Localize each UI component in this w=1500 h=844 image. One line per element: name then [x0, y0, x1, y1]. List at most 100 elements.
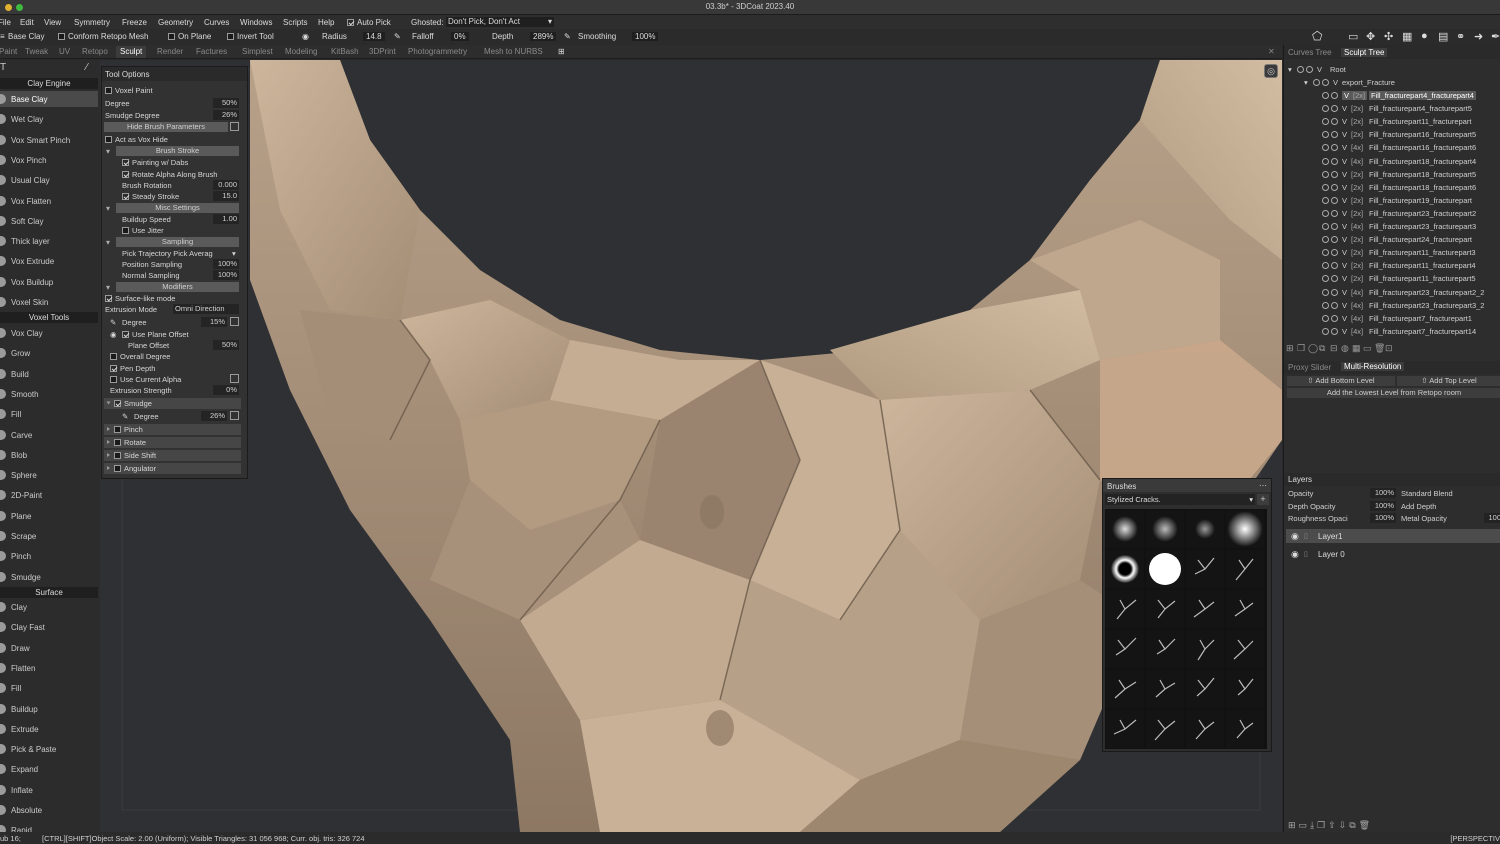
brush-alpha-thumbnail[interactable] [1186, 670, 1224, 708]
conform-retopo-checkbox[interactable]: Conform Retopo Mesh [58, 32, 148, 41]
angulator-group[interactable]: Angulator [104, 463, 241, 474]
folder-icon[interactable]: ▭ [1299, 820, 1311, 830]
eye-icon[interactable] [1322, 327, 1329, 335]
collapse-icon[interactable]: ▾ [106, 204, 110, 213]
ghost-icon[interactable] [1331, 327, 1338, 335]
ghosted-dropdown[interactable]: Don't Pick, Don't Act ▾ [446, 17, 554, 27]
normal-sampling-label[interactable]: Normal Sampling [122, 271, 180, 280]
eye-icon[interactable] [1322, 131, 1329, 139]
eye-icon[interactable] [1322, 157, 1329, 165]
collapse-icon[interactable]: ▾ [106, 283, 110, 292]
brush-alpha-thumbnail[interactable] [1226, 510, 1264, 548]
pinch-group[interactable]: Pinch [104, 424, 241, 435]
on-plane-checkbox[interactable]: On Plane [168, 32, 211, 41]
smudge-degree2-label[interactable]: Degree [134, 412, 159, 421]
copy-icon[interactable]: ⧉ [1349, 820, 1358, 830]
tool-item[interactable]: Smudge [0, 569, 98, 585]
depth-opacity-label[interactable]: Depth Opacity [1288, 502, 1336, 511]
sphere-icon[interactable]: ◯ [1308, 343, 1318, 354]
add-lowest-level-button[interactable]: Add the Lowest Level from Retopo room [1287, 388, 1500, 398]
eye-icon[interactable]: ◉ [1291, 531, 1299, 542]
ghost-icon[interactable] [1331, 301, 1338, 309]
tree-item[interactable]: V [2x] Fill_fracturepart24_fracturepart [1284, 233, 1500, 246]
extrusion-strength-value[interactable]: 0% [213, 385, 239, 395]
ghost-icon[interactable] [1331, 262, 1338, 270]
use-current-alpha-checkbox[interactable]: Use Current Alpha [110, 375, 181, 384]
use-jitter-checkbox[interactable]: Use Jitter [122, 226, 164, 235]
tool-item[interactable]: Vox Clay [0, 325, 98, 341]
tree-item[interactable]: V [4x] Fill_fracturepart23_fracturepart3_2 [1284, 299, 1500, 312]
tree-item[interactable]: V [4x] Fill_fracturepart7_fracturepart1 [1284, 312, 1500, 325]
blend-mode-dropdown[interactable]: Standard Blend [1401, 489, 1453, 498]
link-icon[interactable]: ⚭ [1456, 30, 1465, 43]
brush-stroke-icon[interactable]: ⁄ [86, 62, 88, 73]
tool-item[interactable]: Buildup [0, 701, 98, 717]
eye-icon[interactable] [1322, 92, 1329, 99]
tree-item[interactable]: V [2x] Fill_fracturepart11_fracturepart [1284, 115, 1500, 128]
smoothing-icon[interactable]: ✎ [564, 32, 571, 41]
eye-icon[interactable] [1322, 249, 1329, 257]
tool-item[interactable]: Clay Fast [0, 619, 98, 635]
lock-icon[interactable]: ▯ [1304, 532, 1308, 540]
ghost-icon[interactable] [1331, 209, 1338, 217]
tree-item[interactable]: V [4x] Fill_fracturepart7_fracturepart14 [1284, 325, 1500, 338]
roughness-opacity-label[interactable]: Roughness Opaci [1288, 514, 1348, 523]
eye-icon[interactable] [1322, 223, 1329, 230]
modifiers-section[interactable]: Modifiers [116, 282, 239, 292]
roughness-opacity-value[interactable]: 100% [1370, 513, 1396, 523]
brush-alpha-thumbnail[interactable] [1106, 630, 1144, 668]
tool-item[interactable]: Draw [0, 640, 98, 656]
tree-item[interactable]: V [2x] Fill_fracturepart4_fracturepart4 [1284, 89, 1500, 102]
alpha-picker-icon[interactable] [230, 374, 239, 383]
tool-item[interactable]: Flatten [0, 660, 98, 676]
radius-label[interactable]: Radius [322, 32, 347, 41]
smoothing-value[interactable]: 100% [632, 32, 659, 41]
menu-windows[interactable]: Windows [240, 18, 272, 27]
tool-item[interactable]: Fill [0, 680, 98, 696]
brush-alpha-thumbnail[interactable] [1146, 710, 1184, 748]
act-as-vox-hide-checkbox[interactable]: Act as Vox Hide [105, 135, 168, 144]
menu-file[interactable]: File [0, 18, 11, 27]
add-layer-icon[interactable]: ⊞ [1288, 820, 1299, 830]
extrusion-strength-label[interactable]: Extrusion Strength [110, 386, 172, 395]
tree-item[interactable]: V [2x] Fill_fracturepart16_fracturepart5 [1284, 128, 1500, 141]
eye-icon[interactable] [1313, 79, 1320, 86]
tool-item[interactable]: Inflate [0, 782, 98, 798]
eye-icon[interactable] [1322, 301, 1329, 309]
brush-alpha-thumbnail[interactable] [1226, 550, 1264, 588]
tool-item[interactable]: Carve [0, 427, 98, 443]
add-depth-button[interactable]: Add Depth [1401, 502, 1436, 511]
tree-item[interactable]: V [4x] Fill_fracturepart23_fracturepart2_2 [1284, 286, 1500, 299]
camera-view-icon[interactable]: ◎ [1264, 64, 1278, 78]
tab-curves-tree[interactable]: Curves Tree [1288, 48, 1332, 57]
tab-sculpt-tree[interactable]: Sculpt Tree [1341, 48, 1388, 57]
tool-item[interactable]: Thick layer [0, 233, 98, 249]
eye-icon[interactable] [1322, 262, 1329, 270]
add-volume-icon[interactable]: ⊞ [1286, 343, 1294, 354]
eye-icon[interactable] [1322, 275, 1329, 283]
tree-item[interactable]: V [4x] Fill_fracturepart18_fracturepart4 [1284, 155, 1500, 168]
extrusion-mode-dropdown[interactable]: Omni Direction [173, 304, 239, 314]
ghost-icon[interactable] [1331, 118, 1338, 126]
sampling-section[interactable]: Sampling [116, 237, 239, 247]
clone-icon[interactable]: ❐ [1297, 343, 1305, 354]
tree-item[interactable]: V [2x] Fill_fracturepart4_fracturepart5 [1284, 102, 1500, 115]
tree-root[interactable]: ▾ V Root [1284, 63, 1500, 76]
tab-photogrammetry[interactable]: Photogrammetry [408, 47, 467, 56]
layers-toolbar[interactable]: ⊞▭⤓❐⇧⇩⧉🗑 [1288, 820, 1388, 830]
tree-item[interactable]: V [2x] Fill_fracturepart18_fracturepart6 [1284, 181, 1500, 194]
tree-group[interactable]: ▾ Vexport_Fracture [1284, 76, 1500, 89]
tool-item[interactable]: Voxel Skin [0, 294, 98, 310]
radius-value[interactable]: 14.8 [363, 32, 385, 41]
transform-icon[interactable]: ✥ [1366, 30, 1375, 43]
tab-uv[interactable]: UV [59, 47, 70, 56]
use-plane-offset-checkbox[interactable]: Use Plane Offset [122, 330, 189, 339]
opacity-label[interactable]: Opacity [1288, 489, 1313, 498]
tool-item[interactable]: Vox Smart Pinch [0, 132, 98, 148]
layer-icon[interactable]: ▦ [1352, 343, 1361, 354]
misc-settings-section[interactable]: Misc Settings [116, 203, 239, 213]
tab-sculpt[interactable]: Sculpt [116, 46, 147, 58]
eye-icon[interactable] [1322, 118, 1329, 126]
tab-kitbash[interactable]: KitBash [331, 47, 359, 56]
rect-select-icon[interactable]: ▭ [1348, 30, 1358, 43]
